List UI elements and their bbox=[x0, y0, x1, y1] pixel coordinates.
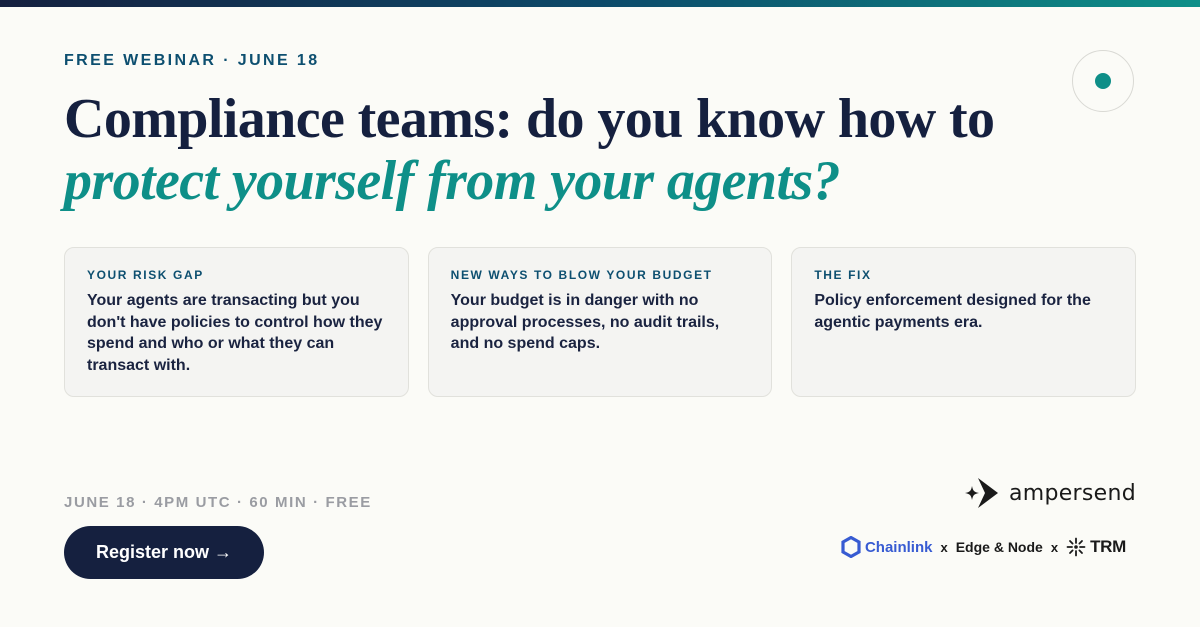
chainlink-label: Chainlink bbox=[864, 538, 933, 556]
card-label: THE FIX bbox=[814, 268, 872, 282]
trm-label: TRM bbox=[1090, 537, 1126, 556]
chainlink-hexagon-icon bbox=[841, 536, 861, 558]
event-details: JUNE 18 · 4PM UTC · 60 MIN · FREE bbox=[64, 494, 372, 511]
chainlink-logo[interactable]: Chainlink bbox=[841, 536, 933, 558]
card-label: NEW WAYS TO BLOW YOUR BUDGET bbox=[450, 268, 713, 282]
card-body: Your agents are transacting but you don'… bbox=[87, 292, 383, 374]
card-body: Your budget is in danger with no approva… bbox=[450, 292, 720, 352]
partner-separator: x bbox=[1050, 539, 1059, 555]
card-budget: NEW WAYS TO BLOW YOUR BUDGET Your budget… bbox=[427, 247, 773, 397]
partner-separator: x bbox=[940, 539, 948, 555]
register-button[interactable]: Register now → bbox=[64, 526, 264, 579]
ampersend-logo[interactable]: ampersend bbox=[961, 476, 1136, 510]
page-title: Compliance teams: do you know how to pro… bbox=[64, 88, 1064, 212]
top-accent-bar bbox=[0, 0, 1200, 7]
edge-node-logo[interactable]: Edge & Node bbox=[956, 539, 1043, 555]
decorative-dot-badge bbox=[1072, 50, 1134, 112]
trm-logo[interactable]: TRM bbox=[1066, 537, 1126, 557]
brand-name: ampersend bbox=[1008, 480, 1136, 506]
trm-burst-icon bbox=[1066, 537, 1086, 557]
edge-node-label: Edge & Node bbox=[955, 539, 1043, 555]
event-eyebrow: FREE WEBINAR · JUNE 18 bbox=[64, 52, 320, 69]
card-label: YOUR RISK GAP bbox=[87, 268, 204, 282]
card-fix: THE FIX Policy enforcement designed for … bbox=[791, 247, 1137, 397]
info-cards: YOUR RISK GAP Your agents are transactin… bbox=[64, 247, 1137, 397]
ampersend-logo-icon bbox=[964, 478, 998, 508]
dot-icon bbox=[1095, 73, 1111, 89]
card-body: Policy enforcement designed for the agen… bbox=[814, 292, 1091, 331]
title-line-2: protect yourself from your agents? bbox=[64, 150, 841, 212]
partner-logos: Chainlink x Edge & Node x TRM bbox=[841, 536, 1126, 558]
title-line-1: Compliance teams: do you know how to bbox=[64, 88, 995, 150]
card-risk-gap: YOUR RISK GAP Your agents are transactin… bbox=[64, 247, 409, 397]
